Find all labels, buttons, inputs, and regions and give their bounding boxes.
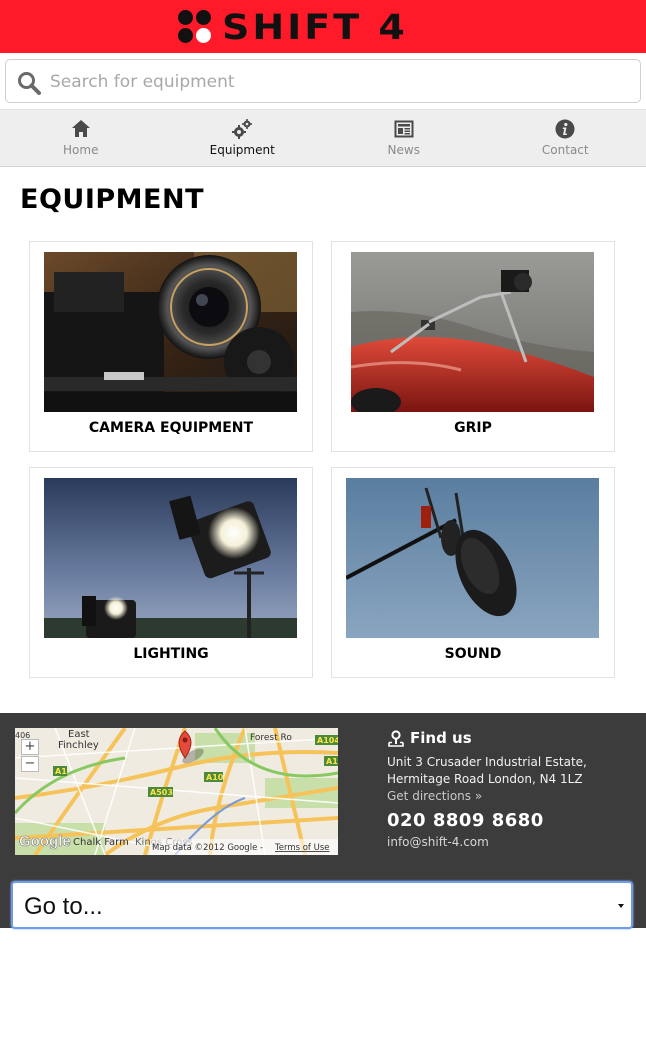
address-line-2: Hermitage Road London, N4 1LZ — [387, 772, 583, 786]
map-label-east: East — [68, 729, 90, 740]
map-zoom-in-button[interactable]: + — [21, 739, 39, 755]
lighting-photo — [44, 478, 297, 638]
phone-number[interactable]: 020 8809 8680 — [387, 810, 637, 831]
road-sign-a503: A503 — [150, 788, 173, 797]
map-label-chalk-farm: Chalk Farm — [73, 837, 129, 848]
logo-text: SHIFT 4 — [222, 6, 408, 48]
shift4-logo[interactable]: SHIFT 4 — [178, 9, 408, 45]
category-label-sound: SOUND — [444, 646, 502, 662]
nav-item-news[interactable]: News — [323, 110, 485, 166]
goto-select[interactable]: Go to... — [11, 881, 633, 929]
gears-icon — [232, 119, 253, 139]
category-label-grip: GRIP — [454, 420, 492, 436]
main-nav: Home Equipment News Contact — [0, 109, 646, 167]
category-card-grip[interactable]: GRIP — [331, 241, 615, 452]
map-label-forest-road: Forest Ro — [250, 733, 292, 743]
category-label-camera: CAMERA EQUIPMENT — [88, 420, 254, 436]
grip-photo — [351, 252, 594, 412]
goto-select-value: Go to... — [24, 893, 103, 920]
logo-dots-icon — [178, 10, 212, 44]
nav-item-equipment[interactable]: Equipment — [162, 110, 324, 166]
info-icon — [555, 119, 575, 139]
nav-label-contact: Contact — [541, 143, 589, 157]
road-sign-a1-right: A1 — [326, 757, 338, 766]
nav-label-equipment: Equipment — [209, 143, 275, 157]
sound-photo — [346, 478, 599, 638]
map-zoom-out-button[interactable]: − — [21, 756, 39, 772]
category-card-camera[interactable]: CAMERA EQUIPMENT — [29, 241, 313, 452]
search-input[interactable] — [50, 68, 630, 96]
nav-item-home[interactable]: Home — [0, 110, 162, 166]
category-card-sound[interactable]: SOUND — [331, 467, 615, 678]
site-header: SHIFT 4 — [0, 0, 646, 53]
category-label-lighting: LIGHTING — [133, 646, 209, 662]
email-link[interactable]: info@shift-4.com — [387, 835, 637, 849]
newspaper-icon — [394, 120, 414, 138]
road-sign-a10: A10 — [206, 773, 224, 782]
map-attribution: Map data ©2012 Google - — [152, 843, 263, 853]
category-card-lighting[interactable]: LIGHTING — [29, 467, 313, 678]
map-terms-link[interactable]: Terms of Use — [274, 843, 330, 853]
camera-photo — [44, 252, 297, 412]
map-pin-icon — [388, 729, 404, 747]
page-title: EQUIPMENT — [20, 184, 204, 215]
google-logo: Google — [19, 833, 71, 850]
location-map[interactable]: East Finchley Chalk Farm Kings Cross For… — [15, 728, 338, 855]
get-directions-link[interactable]: Get directions » — [387, 789, 637, 803]
nav-label-home: Home — [63, 143, 99, 157]
road-sign-a1: A1 — [55, 767, 67, 776]
home-icon — [71, 120, 90, 137]
nav-label-news: News — [387, 143, 420, 157]
road-sign-a104: A104 — [317, 736, 338, 745]
map-label-finchley: Finchley — [58, 740, 99, 751]
address-line-1: Unit 3 Crusader Industrial Estate, — [387, 755, 587, 769]
search-bar — [5, 59, 641, 103]
nav-item-contact[interactable]: Contact — [485, 110, 646, 166]
find-us-section: Find us Unit 3 Crusader Industrial Estat… — [387, 729, 637, 849]
search-icon[interactable] — [16, 70, 42, 96]
find-us-title: Find us — [410, 729, 472, 747]
dropdown-arrow-icon — [618, 904, 624, 908]
